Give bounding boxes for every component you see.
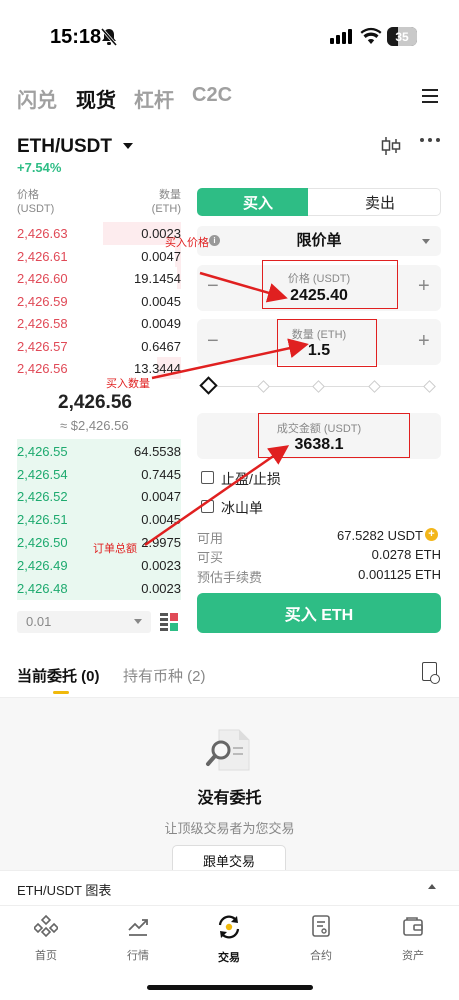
nav-home-label: 首页 xyxy=(35,950,57,962)
active-tab-indicator xyxy=(53,691,69,694)
nav-assets[interactable]: 资产 xyxy=(367,906,459,963)
chart-bar-label[interactable]: ETH/USDT 图表 xyxy=(17,880,111,899)
arrow-to-quantity xyxy=(151,338,309,380)
arrow-to-total xyxy=(144,445,290,547)
clock-icon xyxy=(430,674,440,684)
nav-home[interactable]: 首页 xyxy=(0,906,92,963)
trade-icon xyxy=(183,914,275,945)
empty-orders-subtitle: 让顶级交易者为您交易 xyxy=(164,821,295,836)
nav-trade[interactable]: 交易 xyxy=(183,906,275,965)
home-indicator xyxy=(147,985,313,990)
nav-market-label: 行情 xyxy=(127,950,149,962)
nav-assets-label: 资产 xyxy=(402,950,424,962)
futures-icon xyxy=(275,914,367,943)
empty-orders-title: 没有委托 xyxy=(197,790,262,807)
market-icon xyxy=(92,914,184,943)
chevron-up-icon[interactable] xyxy=(428,884,436,889)
nav-futures[interactable]: 合约 xyxy=(275,906,367,963)
nav-market[interactable]: 行情 xyxy=(92,906,184,963)
home-icon xyxy=(0,914,92,943)
arrow-to-price xyxy=(199,271,288,303)
tab-holdings[interactable]: 持有币种 (2) xyxy=(123,665,206,686)
no-orders-icon xyxy=(205,726,253,779)
nav-futures-label: 合约 xyxy=(310,950,332,962)
nav-trade-label: 交易 xyxy=(218,952,240,964)
assets-icon xyxy=(367,914,459,943)
tab-open-orders[interactable]: 当前委托 (0) xyxy=(17,665,100,686)
